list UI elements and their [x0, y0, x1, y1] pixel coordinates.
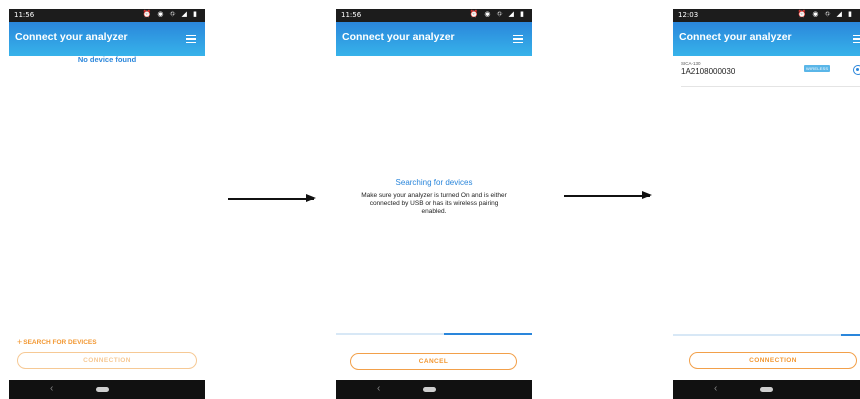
connection-button[interactable]: CONNECTION — [17, 352, 197, 369]
hamburger-menu-icon[interactable] — [186, 35, 196, 44]
app-title: Connect your analyzer — [15, 31, 128, 43]
android-nav-bar: ‹ — [9, 380, 205, 399]
phone-screen-device-found: 12:03 ⏰ ◉ ⛗ ◢ ▮ Connect your analyzer SI… — [673, 9, 860, 399]
status-time: 12:03 — [678, 11, 699, 19]
home-pill-icon[interactable] — [760, 387, 773, 392]
plus-icon: + — [17, 337, 23, 347]
device-list-item[interactable]: SICA-130 1A2108000030 WIRELESS — [681, 61, 860, 87]
hamburger-menu-icon[interactable] — [513, 35, 523, 44]
searching-title: Searching for devices — [395, 178, 473, 187]
device-radio-selected[interactable] — [853, 65, 860, 75]
status-time: 11:56 — [341, 11, 362, 19]
status-bar: 11:56 ⏰ ◉ ⛗ ◢ ▮ — [336, 9, 532, 22]
status-bar: 11:56 ⏰ ◉ ⛗ ◢ ▮ — [9, 9, 205, 22]
phone-screen-searching: 11:56 ⏰ ◉ ⛗ ◢ ▮ Connect your analyzer Se… — [336, 9, 532, 399]
arrow-icon — [564, 192, 652, 198]
wireless-badge: WIRELESS — [804, 65, 831, 72]
app-title: Connect your analyzer — [679, 31, 792, 43]
cancel-button[interactable]: CANCEL — [350, 353, 517, 370]
searching-instructions: Make sure your analyzer is turned On and… — [361, 192, 507, 215]
device-serial: 1A2108000030 — [681, 67, 736, 76]
android-nav-bar: ‹ — [673, 380, 860, 399]
device-model: SICA-130 — [681, 61, 701, 66]
arrow-icon — [228, 195, 316, 201]
back-icon[interactable]: ‹ — [50, 383, 53, 394]
no-device-message: No device found — [77, 55, 137, 64]
home-pill-icon[interactable] — [423, 387, 436, 392]
app-bar: Connect your analyzer — [336, 22, 532, 56]
search-progress-bar — [336, 333, 532, 335]
status-icons: ⏰ ◉ ⛗ ◢ ▮ — [142, 10, 199, 18]
search-for-devices-link[interactable]: +SEARCH FOR DEVICES — [17, 336, 97, 347]
status-time: 11:56 — [14, 11, 35, 19]
back-icon[interactable]: ‹ — [377, 383, 380, 394]
home-pill-icon[interactable] — [96, 387, 109, 392]
progress-fill — [443, 333, 532, 335]
phone-screen-no-device: 11:56 ⏰ ◉ ⛗ ◢ ▮ Connect your analyzer No… — [9, 9, 205, 399]
status-icons: ⏰ ◉ ⛗ ◢ ▮ — [469, 10, 526, 18]
app-title: Connect your analyzer — [342, 31, 455, 43]
connection-button[interactable]: CONNECTION — [689, 352, 857, 369]
app-bar: Connect your analyzer — [673, 22, 860, 56]
status-bar: 12:03 ⏰ ◉ ⛗ ◢ ▮ — [673, 9, 860, 22]
status-icons: ⏰ ◉ ⛗ ◢ ▮ — [797, 10, 854, 18]
app-bar: Connect your analyzer — [9, 22, 205, 56]
search-for-devices-label: SEARCH FOR DEVICES — [23, 339, 97, 346]
progress-fill — [841, 334, 860, 336]
android-nav-bar: ‹ — [336, 380, 532, 399]
hamburger-menu-icon[interactable] — [853, 35, 860, 44]
search-progress-bar — [673, 334, 860, 336]
back-icon[interactable]: ‹ — [714, 383, 717, 394]
